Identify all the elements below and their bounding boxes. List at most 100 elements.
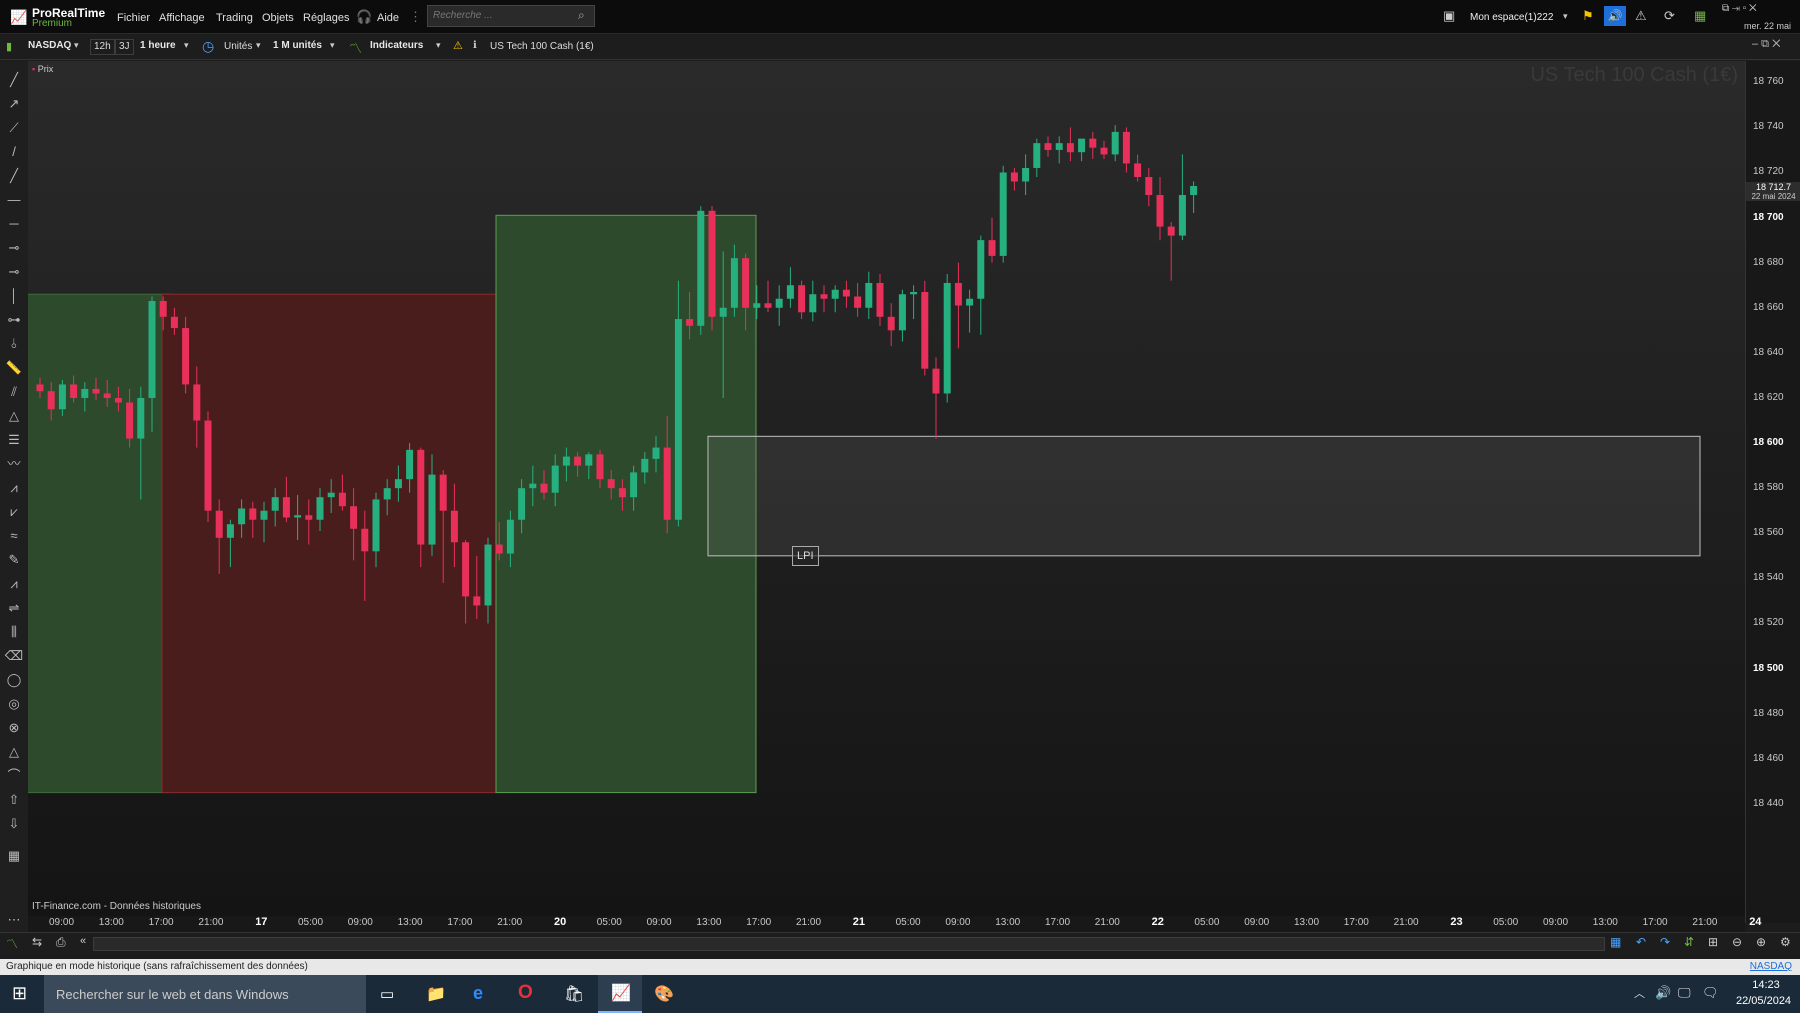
print-icon[interactable]: ⎙ — [56, 935, 66, 950]
marker-line-icon[interactable]: ⊸ — [4, 263, 24, 281]
horizontal-ray-icon[interactable]: ─ — [4, 215, 24, 233]
task-view-icon[interactable]: ▭ — [380, 985, 394, 1003]
arrow-down-icon[interactable]: ⇩ — [4, 815, 24, 833]
calendar-icon[interactable]: ▦ — [1610, 935, 1621, 949]
menu-affichage[interactable]: Affichage — [159, 12, 205, 24]
volume-icon[interactable]: 🔊 — [1655, 985, 1671, 1001]
network-icon[interactable]: 🖵 — [1678, 985, 1691, 1001]
channel-icon[interactable]: ⫽ — [4, 383, 24, 401]
trend-icon[interactable]: 〰 — [4, 455, 24, 473]
undo-icon[interactable]: ↶ — [1636, 935, 1646, 949]
price-axis[interactable]: 18 712.7 22 mai 2024 18 760 18 740 18 720 1… — [1745, 61, 1800, 923]
ray-tool-icon[interactable]: / — [4, 143, 24, 161]
parallel-icon[interactable]: ⇌ — [4, 599, 24, 617]
zigzag-icon[interactable]: ⩘ — [4, 479, 24, 497]
segment-tool-icon[interactable]: ⟋ — [4, 119, 24, 137]
paint-app-icon[interactable]: 🎨 — [654, 984, 674, 1004]
menu-reglages[interactable]: Réglages — [303, 12, 349, 24]
opera-browser-icon[interactable]: O — [518, 982, 533, 1004]
exchange-link[interactable]: NASDAQ — [1750, 959, 1792, 975]
circle-icon[interactable]: ◎ — [4, 695, 24, 713]
lpi-zone[interactable] — [707, 435, 1701, 557]
ellipse-icon[interactable]: ◯ — [4, 671, 24, 689]
ruler-icon[interactable]: 📏 — [4, 359, 24, 377]
measure-icon[interactable]: ⊶ — [4, 311, 24, 329]
price-series-label[interactable]: ▪ Prix — [32, 64, 53, 74]
triangle-icon[interactable]: △ — [4, 743, 24, 761]
zoom-out-icon[interactable]: ⊖ — [1732, 935, 1742, 949]
chevron-down-icon: ▾ — [1563, 11, 1568, 21]
search-icon[interactable]: ⌕ — [578, 8, 585, 23]
sync-icon[interactable]: ⟳ — [1664, 8, 1675, 24]
window-controls-icon[interactable]: – ⧉ ✕ — [1752, 38, 1780, 51]
time-tick-label: 05:00 — [1194, 917, 1220, 928]
scroll-first-icon[interactable]: « — [80, 935, 86, 947]
prorealtime-task-icon[interactable]: 📈 — [598, 975, 642, 1013]
notifications-icon[interactable]: 🗨 — [1702, 985, 1719, 1001]
alert-icon[interactable]: ⚠ — [1635, 8, 1647, 24]
indicators-button[interactable]: Indicateurs — [370, 40, 423, 51]
chart-draw-icon[interactable]: 〽 — [6, 935, 18, 952]
time-axis[interactable]: 09:00 13:00 17:00 21:00 17 05:00 09:00 13:00 17:… — [28, 916, 1761, 932]
warning-icon[interactable]: ⚠ — [453, 39, 463, 52]
horizontal-line-icon[interactable]: — — [4, 191, 24, 209]
auto-scale-icon[interactable]: ⇵ — [1684, 935, 1694, 949]
arc-icon[interactable]: ⌒ — [4, 767, 24, 785]
lpi-zone-label[interactable]: LPI — [792, 545, 819, 566]
redo-icon[interactable]: ↷ — [1660, 935, 1670, 949]
range-12h-button[interactable]: 12h — [90, 39, 115, 55]
gann-icon[interactable]: ⫼ — [4, 623, 24, 641]
units-label[interactable]: Unités — [224, 41, 252, 52]
arrow-tool-icon[interactable]: ↗ — [4, 95, 24, 113]
price-line-icon[interactable]: ⊸ — [4, 239, 24, 257]
arrow-up-icon[interactable]: ⇧ — [4, 791, 24, 809]
extended-line-icon[interactable]: ╱ — [4, 167, 24, 185]
zoom-in-icon[interactable]: ⊕ — [1756, 935, 1766, 949]
wave-icon[interactable]: ⩗ — [4, 503, 24, 521]
horizontal-scrollbar[interactable] — [93, 937, 1605, 951]
flag-icon[interactable]: ⚑ — [1582, 8, 1594, 24]
tray-chevron-icon[interactable]: ︿ — [1634, 985, 1645, 1001]
exchange-selector[interactable]: NASDAQ — [28, 40, 71, 51]
clock-time[interactable]: 14:23 — [1744, 979, 1788, 991]
vertical-line-icon[interactable]: │ — [4, 287, 24, 305]
range-3j-button[interactable]: 3J — [115, 39, 134, 55]
elliott-icon[interactable]: ≈ — [4, 527, 24, 545]
settings-grid-icon[interactable]: ▦ — [4, 847, 24, 865]
fibonacci-icon[interactable]: △ — [4, 407, 24, 425]
clock-date[interactable]: 22/05/2024 — [1736, 995, 1791, 1007]
chart-type-icon[interactable]: ▮ — [6, 40, 12, 53]
edge-browser-icon[interactable]: e — [473, 983, 483, 1004]
settings-icon[interactable]: ⚙ — [1780, 935, 1791, 949]
line-tool-icon[interactable]: ╱ — [4, 71, 24, 89]
search-input[interactable]: Recherche ... ⌕ — [427, 5, 595, 27]
vertical-measure-icon[interactable]: ⫰ — [4, 335, 24, 353]
price-chart-plot[interactable]: US Tech 100 Cash (1€) — [28, 61, 1745, 923]
taskbar-search-box[interactable]: Rechercher sur le web et dans Windows — [44, 975, 366, 1013]
windows-start-icon[interactable]: ⊞ — [12, 983, 27, 1004]
share-icon[interactable]: ⇆ — [32, 935, 42, 949]
calculator-icon[interactable]: ▦ — [1694, 8, 1706, 24]
info-icon[interactable]: ℹ — [473, 40, 477, 51]
menu-trading[interactable]: Trading — [216, 12, 253, 24]
save-icon[interactable]: ▣ — [1443, 8, 1455, 24]
store-icon[interactable]: 🛍 — [564, 984, 584, 1004]
fib-levels-icon[interactable]: ☰ — [4, 431, 24, 449]
workspace-selector[interactable]: Mon espace(1)222 — [1470, 12, 1553, 23]
eraser-icon[interactable]: ⌫ — [4, 647, 24, 665]
speaker-icon[interactable]: 🔊 — [1604, 6, 1626, 26]
menu-objets[interactable]: Objets — [262, 12, 294, 24]
more-icon[interactable]: ⋯ — [4, 911, 24, 929]
candle — [204, 411, 212, 522]
menu-fichier[interactable]: Fichier — [117, 12, 150, 24]
polyline-icon[interactable]: ⩘ — [4, 575, 24, 593]
red-zone[interactable] — [161, 293, 497, 794]
file-explorer-icon[interactable]: 📁 — [426, 984, 446, 1004]
window-controls-icon[interactable]: ⧉ ⇥ ▫ ✕ — [1722, 3, 1757, 14]
timeframe-selector[interactable]: 1 heure — [140, 40, 176, 51]
units-count-selector[interactable]: 1 M unités — [273, 40, 322, 51]
zoom-fit-icon[interactable]: ⊞ — [1708, 935, 1718, 949]
menu-aide[interactable]: Aide — [377, 12, 399, 24]
magnet-icon[interactable]: ⊗ — [4, 719, 24, 737]
pencil-icon[interactable]: ✎ — [4, 551, 24, 569]
